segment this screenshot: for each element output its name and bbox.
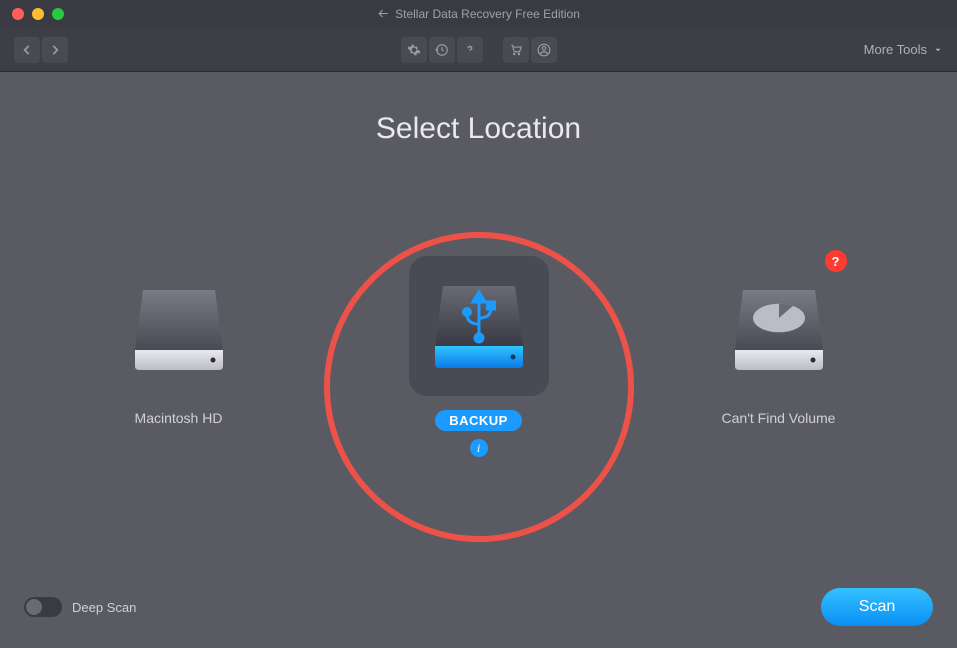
drive-label: Macintosh HD	[135, 410, 223, 426]
close-window-button[interactable]	[12, 8, 24, 20]
deep-scan-label: Deep Scan	[72, 600, 136, 615]
nav-back-button[interactable]	[14, 37, 40, 63]
unknown-volume-icon	[729, 276, 829, 376]
hard-drive-icon	[129, 276, 229, 376]
page-title: Select Location	[376, 112, 581, 146]
chevron-left-icon	[20, 43, 34, 57]
chevron-down-icon	[933, 45, 943, 55]
toolbar-center	[401, 37, 557, 63]
drive-label: BACKUP	[435, 410, 522, 431]
titlebar: Stellar Data Recovery Free Edition	[0, 0, 957, 28]
history-button[interactable]	[429, 37, 455, 63]
drive-list: Macintosh HD	[0, 256, 957, 457]
cart-icon	[509, 43, 523, 57]
cart-button[interactable]	[503, 37, 529, 63]
drive-label: Can't Find Volume	[722, 410, 836, 426]
settings-button[interactable]	[401, 37, 427, 63]
drive-macintosh-hd[interactable]: Macintosh HD	[89, 256, 269, 426]
footer: Deep Scan Scan	[0, 588, 957, 626]
history-icon	[435, 43, 449, 57]
usb-drive-icon	[429, 276, 529, 376]
drive-icon-box: ?	[709, 256, 849, 396]
toolbar: More Tools	[0, 28, 957, 72]
minimize-window-button[interactable]	[32, 8, 44, 20]
nav-forward-button[interactable]	[42, 37, 68, 63]
gear-icon	[407, 43, 421, 57]
window-title-text: Stellar Data Recovery Free Edition	[395, 7, 580, 21]
deep-scan-control: Deep Scan	[24, 597, 136, 617]
drive-icon-box	[109, 256, 249, 396]
zoom-window-button[interactable]	[52, 8, 64, 20]
content-area: Select Location Macintosh HD	[0, 72, 957, 648]
drive-cant-find-volume[interactable]: ? Can't Find Volume	[689, 256, 869, 426]
nav-arrows	[14, 37, 68, 63]
more-tools-dropdown[interactable]: More Tools	[864, 42, 943, 57]
account-button[interactable]	[531, 37, 557, 63]
user-icon	[537, 43, 551, 57]
warning-badge: ?	[825, 250, 847, 272]
drive-icon-box	[409, 256, 549, 396]
back-arrow-icon	[377, 8, 389, 20]
scan-button[interactable]: Scan	[821, 588, 933, 626]
chevron-right-icon	[48, 43, 62, 57]
window-controls	[12, 8, 64, 20]
question-icon	[463, 43, 477, 57]
info-icon[interactable]: i	[470, 439, 488, 457]
drive-backup[interactable]: BACKUP i	[389, 256, 569, 457]
more-tools-label: More Tools	[864, 42, 927, 57]
toggle-knob	[26, 599, 42, 615]
help-button[interactable]	[457, 37, 483, 63]
deep-scan-toggle[interactable]	[24, 597, 62, 617]
window-title: Stellar Data Recovery Free Edition	[377, 7, 580, 21]
